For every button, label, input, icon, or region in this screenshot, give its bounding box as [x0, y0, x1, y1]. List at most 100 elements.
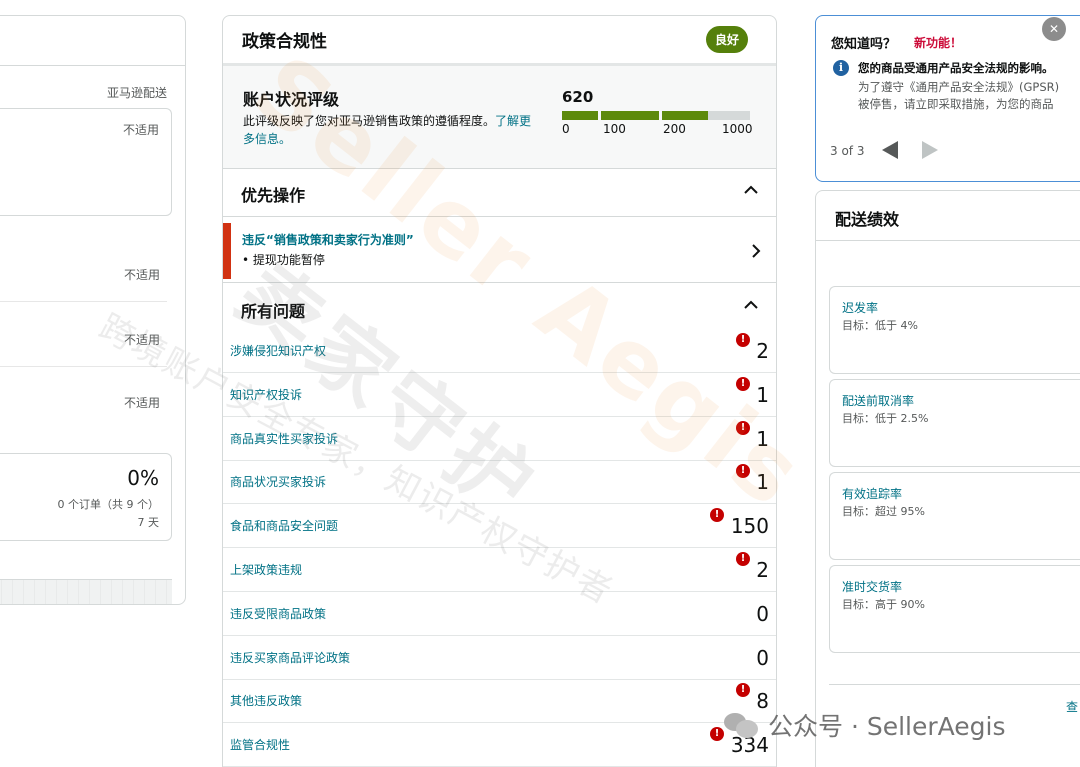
issue-row[interactable]: 违反受限商品政策 0 [223, 592, 776, 636]
alert-icon: ! [736, 333, 750, 347]
account-health-rating: 账户状况评级 此评级反映了您对亚马逊销售政策的遵循程度。了解更多信息。 620 … [223, 66, 776, 169]
metric-name-link[interactable]: 有效追踪率 [842, 485, 902, 502]
issue-count: 0 [756, 645, 769, 670]
issue-link[interactable]: 违反买家商品评论政策 [230, 649, 350, 666]
priority-actions-header[interactable]: 优先操作 [223, 169, 776, 217]
issue-link[interactable]: 涉嫌侵犯知识产权 [230, 342, 326, 359]
tick-label: 100 [603, 122, 626, 136]
bar-seg-2 [601, 111, 659, 120]
view-more-link[interactable]: 查 [1066, 698, 1078, 715]
issue-link[interactable]: 违反受限商品政策 [230, 605, 326, 622]
wechat-watermark: 公众号 · SellerAegis [722, 705, 1006, 745]
chevron-right-icon[interactable] [750, 243, 762, 259]
issue-row[interactable]: 监管合规性 334! [223, 723, 776, 767]
metric-name-link[interactable]: 迟发率 [842, 299, 878, 316]
bar-seg-1 [562, 111, 598, 120]
na-value: 不适用 [123, 396, 160, 410]
metric-name-link[interactable]: 配送前取消率 [842, 392, 914, 409]
alert-icon: ! [710, 508, 724, 523]
issue-count: 0 [756, 601, 769, 626]
metric-box: 迟发率目标：低于 4% [829, 286, 1080, 374]
na-value: 不适用 [123, 333, 160, 347]
metric-target: 目标：低于 2.5% [842, 412, 929, 425]
priority-actions-title: 优先操作 [241, 186, 306, 205]
ahr-desc-text: 此评级反映了您对亚马逊销售政策的遵循程度。 [243, 114, 496, 128]
metric-box: 有效追踪率目标：超过 95% [829, 472, 1080, 560]
all-issues-header[interactable]: 所有问题 [223, 284, 776, 332]
issue-row[interactable]: 上架政策违规 2! [223, 548, 776, 592]
metric-box: 准时交货率目标：高于 90% [829, 565, 1080, 653]
issue-row[interactable]: 商品状况买家投诉 1! [223, 460, 776, 505]
divider [0, 366, 167, 367]
next-arrow-icon[interactable] [922, 141, 938, 159]
divider [0, 301, 167, 302]
issue-count: 150 [730, 514, 769, 539]
tick-label: 1000 [722, 122, 753, 136]
metric-name-link[interactable]: 准时交货率 [842, 578, 902, 595]
issue-link[interactable]: 上架政策违规 [230, 561, 302, 578]
metric-box: 配送前取消率目标：低于 2.5% [829, 379, 1080, 467]
rate-percent: 0% [127, 466, 159, 490]
alert-icon: ! [736, 376, 750, 391]
issue-link[interactable]: 商品真实性买家投诉 [230, 430, 338, 447]
chevron-up-icon[interactable] [744, 183, 758, 197]
priority-action-detail: • 提现功能暂停 [242, 253, 325, 267]
did-you-know-card: 您知道吗？ 新功能！ ✕ i 您的商品受通用产品安全法规的影响。 为了遵守《通用… [815, 15, 1080, 182]
issue-link[interactable]: 其他违反政策 [230, 692, 302, 709]
issue-count: 1 [756, 382, 769, 407]
na-value: 不适用 [122, 123, 159, 137]
ahr-score-bar [562, 111, 750, 120]
priority-action-link[interactable]: 违反“销售政策和卖家行为准则” [242, 231, 414, 248]
priority-action-item[interactable]: 违反“销售政策和卖家行为准则” • 提现功能暂停 [223, 219, 776, 283]
issue-row[interactable]: 违反买家商品评论政策 0 [223, 636, 776, 680]
status-badge: 良好 [705, 26, 748, 53]
chevron-up-icon[interactable] [744, 298, 758, 312]
policy-header: 政策合规性 良好 [223, 16, 776, 66]
issue-row[interactable]: 商品真实性买家投诉 1! [223, 417, 776, 461]
policy-compliance-card: 政策合规性 良好 账户状况评级 此评级反映了您对亚马逊销售政策的遵循程度。了解更… [222, 15, 777, 767]
issue-count: 1 [756, 426, 769, 451]
alert-icon: ! [736, 464, 750, 479]
bar-seg-3 [662, 111, 708, 120]
new-feature-label: 新功能！ [914, 36, 963, 50]
issue-count: 2 [756, 558, 769, 582]
rate-orders: 0 个订单（共 9 个） [57, 498, 160, 511]
tick-label: 200 [663, 122, 686, 136]
previous-arrow-icon[interactable] [882, 141, 898, 159]
issue-row[interactable]: 知识产权投诉 1! [223, 373, 776, 417]
alert-icon: ! [736, 552, 750, 566]
issue-link[interactable]: 知识产权投诉 [230, 386, 302, 403]
issue-link[interactable]: 监管合规性 [230, 736, 290, 753]
dyk-title: 您知道吗？ [831, 37, 897, 52]
issue-count: 2 [756, 339, 769, 363]
policy-title: 政策合规性 [242, 32, 327, 52]
rate-days: 7 天 [137, 516, 160, 529]
issue-row[interactable]: 其他违反政策 8! [223, 679, 776, 724]
dyk-body: 为了遵守《通用产品安全法规》(GPSR) [858, 80, 1060, 94]
wechat-icon [722, 711, 760, 739]
severity-bar [223, 223, 231, 279]
metric-target: 目标：高于 90% [842, 598, 925, 611]
issue-row[interactable]: 涉嫌侵犯知识产权 2! [223, 329, 776, 373]
pager-indicator: 3 of 3 [830, 144, 865, 158]
divider [829, 684, 1080, 685]
fulfillment-card: 亚马逊配送 不适用 不适用 不适用 不适用 0% 0 个订单（共 9 个） 7 … [0, 15, 186, 605]
metric-target: 目标：超过 95% [842, 505, 925, 518]
issue-row[interactable]: 食品和商品安全问题 150! [223, 504, 776, 549]
bar-seg-rest [708, 111, 750, 120]
shipping-title: 配送绩效 [835, 210, 900, 229]
dyk-body: 被停售，请立即采取措施，为您的商品 [858, 97, 1054, 111]
metric-target: 目标：低于 4% [842, 319, 918, 332]
all-issues-title: 所有问题 [241, 302, 306, 321]
issue-link[interactable]: 商品状况买家投诉 [230, 473, 326, 490]
issue-link[interactable]: 食品和商品安全问题 [230, 517, 338, 534]
na-value: 不适用 [123, 268, 160, 282]
chart-placeholder [0, 579, 172, 604]
metric-box: 不适用 [0, 108, 172, 216]
alert-icon: ! [736, 420, 750, 435]
info-icon: i [833, 60, 849, 76]
issue-count: 1 [756, 470, 769, 495]
fba-column-label: 亚马逊配送 [106, 86, 167, 100]
tick-label: 0 [562, 122, 570, 136]
close-icon[interactable]: ✕ [1042, 17, 1066, 41]
